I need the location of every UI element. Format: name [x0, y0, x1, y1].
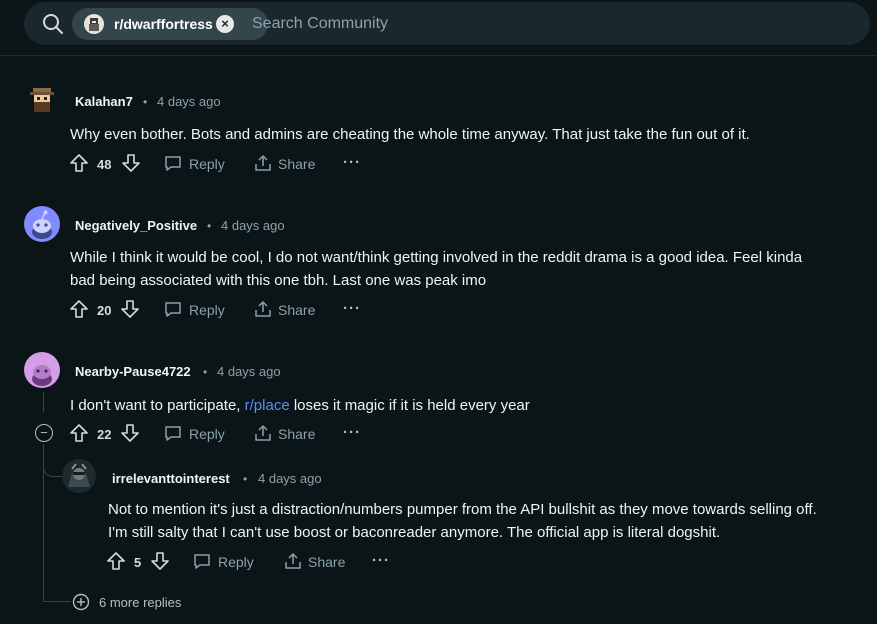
avatar[interactable] [62, 459, 96, 493]
comment-text: loses it magic if it is held every year [289, 397, 530, 414]
share-icon[interactable] [254, 300, 272, 318]
share-button[interactable]: Share [308, 554, 345, 570]
dwarffortress-logo-icon [84, 14, 104, 34]
vote-count: 22 [97, 427, 112, 442]
comment-timestamp[interactable]: 4 days ago [221, 218, 285, 233]
search-icon [43, 14, 63, 34]
reply-button[interactable]: Reply [189, 302, 225, 318]
more-options-button[interactable]: ··· [343, 424, 361, 441]
search-bar[interactable]: r/dwarffortress × Search Community [24, 2, 870, 45]
comment-author[interactable]: Nearby-Pause4722 [75, 364, 191, 379]
more-options-button[interactable]: ··· [343, 300, 361, 317]
comment-timestamp[interactable]: 4 days ago [157, 94, 221, 109]
reply-connector [43, 460, 62, 477]
vote-count: 5 [134, 555, 142, 570]
reply-button[interactable]: Reply [189, 426, 225, 442]
avatar[interactable] [24, 352, 60, 388]
comment-text-line: While I think it would be cool, I do not… [70, 249, 803, 266]
collapse-icon: − [40, 425, 48, 440]
search-input[interactable]: Search Community [252, 15, 388, 33]
comment-text: Why even bother. Bots and admins are che… [70, 126, 750, 143]
avatar[interactable] [24, 82, 60, 118]
reply-icon[interactable] [164, 425, 182, 442]
separator-dot: • [203, 365, 208, 379]
share-icon[interactable] [254, 154, 272, 172]
downvote-icon[interactable] [122, 154, 140, 172]
separator-dot: • [143, 95, 148, 109]
comment-body: While I think it would be cool, I do not… [70, 246, 802, 292]
share-button[interactable]: Share [278, 156, 315, 172]
downvote-icon[interactable] [151, 552, 169, 570]
more-options-button[interactable]: ··· [372, 552, 390, 569]
community-chip[interactable]: r/dwarffortress × [72, 8, 268, 40]
upvote-icon[interactable] [70, 300, 88, 318]
reply-icon[interactable] [193, 553, 211, 570]
reply-icon[interactable] [164, 155, 182, 172]
more-replies-button[interactable]: 6 more replies [72, 593, 181, 611]
reply-icon[interactable] [164, 301, 182, 318]
top-bar: r/dwarffortress × Search Community [0, 0, 877, 56]
comment-body: I don't want to participate, r/place los… [70, 394, 530, 417]
more-options-button[interactable]: ··· [343, 154, 361, 171]
reply-button[interactable]: Reply [189, 156, 225, 172]
more-replies-label: 6 more replies [99, 594, 182, 610]
thread-line[interactable] [43, 392, 44, 412]
separator-dot: • [243, 472, 248, 486]
collapse-thread-button[interactable]: − [35, 424, 53, 442]
comment-text-line: Not to mention it's just a distraction/n… [108, 501, 817, 518]
comment-text-line: I'm still salty that I can't use boost o… [108, 524, 721, 541]
upvote-icon[interactable] [107, 552, 125, 570]
reply-button[interactable]: Reply [218, 554, 254, 570]
share-button[interactable]: Share [278, 302, 315, 318]
downvote-icon[interactable] [121, 300, 139, 318]
comment-timestamp[interactable]: 4 days ago [258, 471, 322, 486]
comment-timestamp[interactable]: 4 days ago [217, 364, 281, 379]
avatar[interactable] [24, 206, 60, 242]
share-button[interactable]: Share [278, 426, 315, 442]
plus-circle-icon [72, 593, 90, 611]
comment-author[interactable]: irrelevanttointerest [112, 471, 230, 486]
share-icon[interactable] [254, 424, 272, 442]
vote-count: 20 [97, 303, 112, 318]
comment-author[interactable]: Negatively_Positive [75, 218, 197, 233]
thread-branch [43, 601, 71, 602]
clear-community-icon[interactable]: × [216, 15, 234, 33]
comment-author[interactable]: Kalahan7 [75, 94, 133, 109]
comment-body: Not to mention it's just a distraction/n… [108, 498, 817, 544]
upvote-icon[interactable] [70, 424, 88, 442]
share-icon[interactable] [284, 552, 302, 570]
separator-dot: • [207, 219, 212, 233]
vote-count: 48 [97, 157, 112, 172]
downvote-icon[interactable] [121, 424, 139, 442]
community-name: r/dwarffortress [114, 16, 213, 32]
subreddit-link[interactable]: r/place [245, 397, 290, 414]
comment-text-line: bad being associated with this one tbh. … [70, 272, 487, 289]
comment-body: Why even bother. Bots and admins are che… [70, 123, 750, 146]
comment-text: I don't want to participate, [70, 397, 245, 414]
upvote-icon[interactable] [70, 154, 88, 172]
